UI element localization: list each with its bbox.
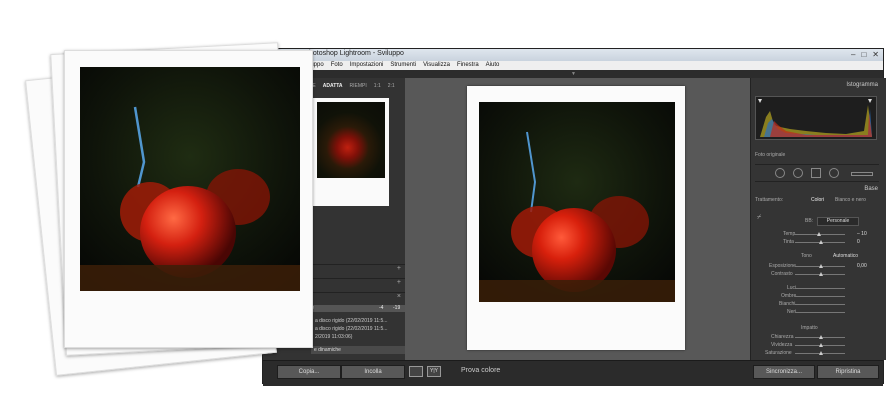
sync-button[interactable]: Sincronizza... (753, 365, 815, 379)
navigator-zoom-tabs: IE ADATTA RIEMPI 1:1 2:1 (311, 83, 395, 89)
exposure-label: Esposizione (769, 263, 796, 269)
saturation-slider[interactable] (795, 351, 845, 355)
clarity-label: Chiarezza (771, 334, 794, 340)
exposure-value[interactable]: 0,00 (857, 263, 867, 269)
right-panel: Istogramma Foto originale Base Trattamen… (750, 78, 886, 360)
develop-tool-strip (755, 164, 879, 182)
highlights-slider[interactable] (795, 288, 845, 289)
main-photo (479, 102, 675, 302)
histogram-title[interactable]: Istogramma (846, 82, 878, 88)
history-item[interactable]: 2/2019 11:03:06) (315, 334, 352, 340)
history-row-value1: -4 (379, 305, 384, 311)
shadows-label: Ombre (781, 293, 797, 299)
loupe-view-icon[interactable] (409, 366, 423, 377)
navigator-preview[interactable] (313, 98, 389, 206)
spot-removal-icon[interactable] (793, 168, 803, 178)
presets-section[interactable]: + (311, 264, 405, 276)
histogram (755, 96, 877, 140)
original-photo-checkbox[interactable]: Foto originale (755, 152, 785, 158)
presence-label: Impatto (801, 325, 818, 331)
shadows-slider[interactable] (795, 296, 845, 297)
whites-label: Bianchi (779, 301, 796, 307)
tint-label: Tinta (783, 239, 794, 245)
history-row-value2: -19 (393, 305, 401, 311)
menu-view[interactable]: Visualizza (423, 61, 450, 70)
treatment-row: Trattamento: Colori Bianco e nero (755, 197, 879, 205)
menu-photo[interactable]: Foto (331, 61, 343, 70)
main-photo-print (467, 86, 685, 350)
zoom-tab-2-1[interactable]: 2:1 (388, 83, 395, 89)
whites-slider[interactable] (795, 304, 845, 305)
slider-thumb[interactable] (819, 335, 823, 339)
saturation-label: Saturazione (765, 350, 792, 356)
treatment-bw-tab[interactable]: Bianco e nero (835, 197, 866, 203)
history-section[interactable]: × (311, 292, 405, 304)
slider-thumb[interactable] (819, 240, 823, 244)
wb-preset-select[interactable]: Personale (817, 217, 859, 226)
crop-tool-icon[interactable] (775, 168, 785, 178)
slider-thumb[interactable] (819, 272, 823, 276)
history-item[interactable]: a disco rigido (22/02/2019 11:5... (315, 318, 387, 324)
collection-row[interactable]: e dinamiche (311, 346, 405, 354)
graduated-filter-icon[interactable] (811, 168, 821, 178)
top-panel-toggle[interactable]: ▼ (263, 70, 883, 78)
zoom-tab-fill[interactable]: ADATTA (323, 83, 343, 89)
before-after-icon[interactable]: Y|Y (427, 366, 441, 377)
vibrance-slider[interactable] (795, 343, 845, 347)
zoom-tab-1-1[interactable]: 1:1 (374, 83, 381, 89)
slider-thumb[interactable] (817, 232, 821, 236)
history-row-selected[interactable]: e -4 -19 (311, 305, 405, 312)
temp-slider[interactable] (795, 232, 845, 236)
bottom-toolbar: Copia... Incolla Y|Y Prova colore Sincro… (263, 360, 883, 386)
plus-icon[interactable]: + (397, 279, 401, 286)
copy-button[interactable]: Copia... (277, 365, 341, 379)
plus-icon[interactable]: + (397, 265, 401, 272)
basic-title[interactable]: Base (864, 186, 878, 192)
menu-settings[interactable]: Impostazioni (350, 61, 384, 70)
lightroom-window: hotoshop Lightroom - Sviluppo – □ ✕ lupp… (262, 48, 886, 386)
tint-slider[interactable] (795, 240, 845, 244)
maximize-button[interactable]: □ (861, 50, 866, 59)
window-controls: – □ ✕ (851, 50, 879, 59)
title-bar: hotoshop Lightroom - Sviluppo – □ ✕ (263, 49, 883, 61)
polaroid-photo (80, 67, 300, 291)
paste-button[interactable]: Incolla (341, 365, 405, 379)
treatment-color-tab[interactable]: Colori (811, 197, 824, 203)
exposure-slider[interactable] (795, 264, 845, 268)
tone-label: Tono (801, 253, 812, 259)
vibrance-label: Vividezza (771, 342, 793, 348)
wb-label: BB: (805, 218, 814, 224)
image-canvas (405, 78, 750, 360)
soft-proof-checkbox[interactable]: Prova colore (461, 367, 500, 374)
close-button[interactable]: ✕ (872, 50, 879, 59)
menu-help[interactable]: Aiuto (486, 61, 500, 70)
clarity-slider[interactable] (795, 335, 845, 339)
brush-slider-icon[interactable] (851, 172, 873, 176)
close-icon[interactable]: × (397, 293, 401, 300)
temp-label: Temp (783, 231, 796, 237)
menu-window[interactable]: Finestra (457, 61, 479, 70)
reset-button[interactable]: Ripristina (817, 365, 879, 379)
history-item[interactable]: a disco rigido (22/02/2019 11:5... (315, 326, 387, 332)
zoom-tab-fill2[interactable]: RIEMPI (350, 83, 367, 89)
slider-thumb[interactable] (819, 351, 823, 355)
eyedropper-icon[interactable]: ⌿ (757, 214, 761, 222)
slider-thumb[interactable] (819, 264, 823, 268)
snapshots-section[interactable]: + (311, 278, 405, 290)
tint-value[interactable]: 0 (857, 239, 860, 245)
slider-thumb[interactable] (819, 343, 823, 347)
contrast-label: Contrasto (771, 271, 793, 277)
navigator-photo (317, 102, 385, 178)
menu-tools[interactable]: Strumenti (390, 61, 416, 70)
radial-filter-icon[interactable] (829, 168, 839, 178)
tone-auto-button[interactable]: Automatico (833, 253, 858, 259)
window-title: hotoshop Lightroom - Sviluppo (309, 50, 404, 57)
polaroid-front (64, 50, 313, 348)
contrast-slider[interactable] (795, 272, 845, 276)
triangle-down-icon[interactable]: ▼ (571, 71, 576, 77)
temp-value[interactable]: – 10 (857, 231, 867, 237)
treatment-label: Trattamento: (755, 197, 784, 203)
blacks-slider[interactable] (795, 312, 845, 313)
minimize-button[interactable]: – (851, 50, 855, 59)
